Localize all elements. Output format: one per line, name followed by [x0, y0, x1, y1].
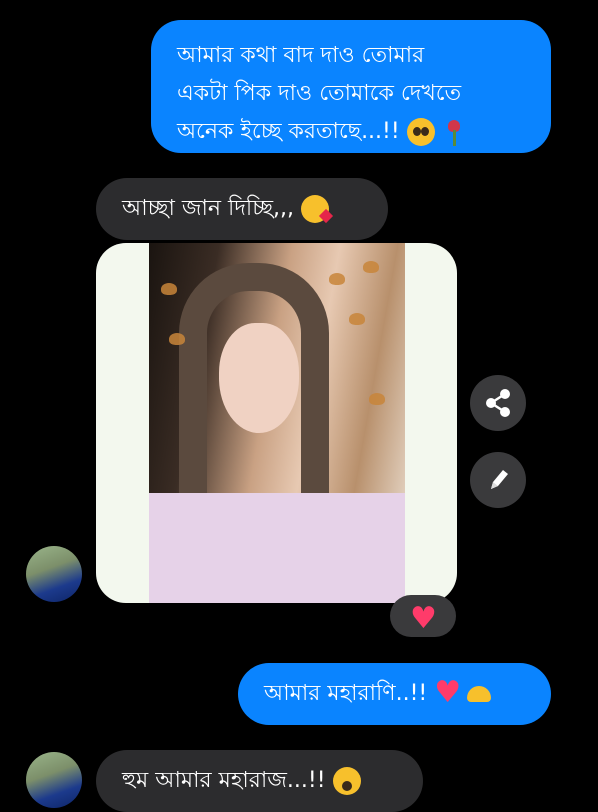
butterfly-icon: [329, 273, 345, 285]
pencil-icon: [491, 470, 508, 489]
edit-button[interactable]: [470, 452, 526, 508]
message-line: আমার কথা বাদ দাও তোমার: [177, 43, 425, 68]
outgoing-message-bubble[interactable]: আমার মহারাণি..!!: [238, 663, 551, 725]
message-line: একটা পিক দাও তোমাকে দেখতে: [177, 81, 462, 106]
heart-with-arrow-icon: [434, 674, 461, 712]
butterfly-icon: [369, 393, 385, 405]
butterfly-icon: [169, 333, 185, 345]
face-with-hand-over-mouth-icon: [332, 767, 361, 795]
message-line: অনেক ইচ্ছে করতাছে...!!: [177, 113, 531, 151]
wilted-rose-icon: [442, 118, 464, 146]
incoming-message-bubble[interactable]: আচ্ছা জান দিচ্ছি,,,: [96, 178, 388, 240]
outgoing-message-bubble[interactable]: আমার কথা বাদ দাও তোমার একটা পিক দাও তোমা…: [151, 20, 551, 153]
message-text: আমার মহারাণি..!!: [264, 681, 428, 706]
message-text: হুম আমার মহারাজ...!!: [122, 768, 326, 793]
reaction-badge[interactable]: [390, 595, 456, 637]
share-icon: [486, 389, 510, 417]
butterfly-icon: [363, 261, 379, 273]
share-button[interactable]: [470, 375, 526, 431]
sender-avatar[interactable]: [26, 752, 82, 808]
message-text: আচ্ছা জান দিচ্ছি,,,: [122, 196, 295, 221]
pleading-face-icon: [406, 118, 435, 146]
red-heart-icon: [410, 601, 437, 636]
shared-photo[interactable]: [149, 243, 405, 603]
heart-hands-icon: [465, 680, 493, 708]
sender-avatar[interactable]: [26, 546, 82, 602]
butterfly-icon: [349, 313, 365, 325]
butterfly-icon: [161, 283, 177, 295]
kiss-face-icon: [301, 195, 330, 223]
photo-message[interactable]: [96, 243, 457, 603]
incoming-message-bubble[interactable]: হুম আমার মহারাজ...!!: [96, 750, 423, 812]
